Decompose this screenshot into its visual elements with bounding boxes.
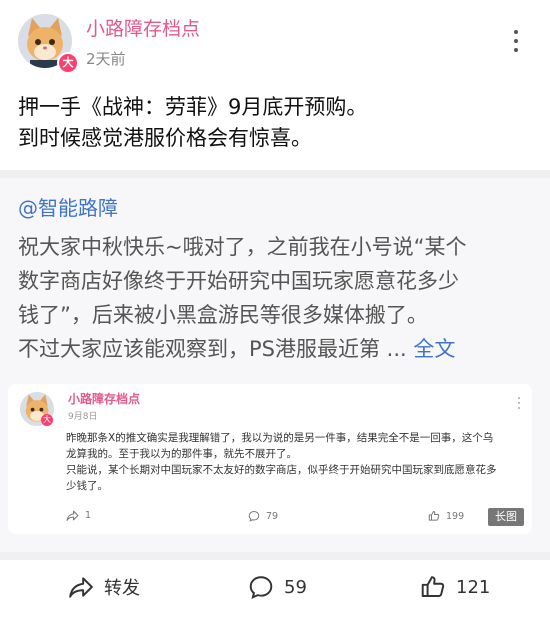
comment-button[interactable]: 59 (248, 574, 307, 600)
embedded-comment-stat: 79 (248, 510, 278, 522)
like-count: 121 (456, 576, 491, 598)
author-name[interactable]: 小路障存档点 (86, 14, 200, 41)
post-body: 押一手《战神：劳菲》9月底开预购。 到时候感觉港服价格会有惊喜。 (18, 92, 528, 154)
embedded-like-count: 199 (446, 510, 465, 522)
quoted-line: 祝大家中秋快乐~哦对了，之前我在小号说“某个 (18, 235, 467, 259)
quoted-post[interactable]: @智能路障 祝大家中秋快乐~哦对了，之前我在小号说“某个 数字商店好像终于开始研… (0, 178, 550, 552)
quoted-line: 数字商店好像终于开始研究中国玩家愿意花多少 (18, 269, 459, 293)
quoted-text: 祝大家中秋快乐~哦对了，之前我在小号说“某个 数字商店好像终于开始研究中国玩家愿… (18, 230, 532, 366)
embedded-more-icon (517, 397, 521, 415)
share-button[interactable]: 转发 (68, 574, 140, 600)
comment-icon (248, 510, 260, 522)
comment-icon (249, 576, 273, 600)
embedded-comment-count: 79 (266, 510, 279, 522)
embedded-line: 只能说，某个长期对中国玩家不太友好的数字商店，似乎终于开始研究中国玩家到底愿意花… (66, 464, 497, 476)
embedded-like-stat: 199 (428, 510, 464, 522)
like-button[interactable]: 121 (420, 574, 490, 600)
quoted-line-last: 不过大家应该能观察到，PS港服最近第 ... 全文 (18, 332, 532, 366)
share-label: 转发 (104, 578, 140, 599)
embedded-line: 少钱了。 (66, 480, 108, 492)
share-icon (69, 577, 93, 598)
full-text-link[interactable]: 全文 (413, 337, 455, 361)
post-header-card: 大 小路障存档点 2天前 押一手《战神：劳菲》9月底开预购。 到时候感觉港服价格… (0, 0, 550, 170)
post-line: 押一手《战神：劳菲》9月底开预购。 (18, 95, 368, 119)
embedded-text: 昨晚那条X的推文确实是我理解错了，我以为说的是另一件事，结果完全不是一回事，这个… (66, 430, 520, 494)
embedded-image-card[interactable]: 大 小路障存档点 9月8日 昨晚那条X的推文确实是我理解错了，我以为说的是另一件… (8, 384, 532, 534)
thumbs-up-icon (428, 511, 440, 521)
long-image-badge: 长图 (488, 508, 524, 526)
comment-count: 59 (284, 576, 307, 598)
share-icon (66, 510, 79, 521)
quoted-line: 不过大家应该能观察到，PS港服最近第 ... (18, 337, 407, 361)
quoted-line: 钱了”，后来被小黑盒游民等很多媒体搬了。 (18, 303, 428, 327)
embedded-date: 9月8日 (68, 412, 98, 422)
post-time: 2天前 (86, 50, 126, 68)
more-options-icon[interactable] (510, 30, 522, 54)
embedded-author-badge: 大 (41, 414, 53, 426)
embedded-share-stat: 1 (66, 510, 91, 521)
post-line: 到时候感觉港服价格会有惊喜。 (18, 126, 312, 150)
action-bar: 转发 59 121 (0, 560, 550, 631)
author-badge: 大 (57, 52, 79, 74)
embedded-share-count: 1 (85, 510, 92, 521)
quoted-mention[interactable]: @智能路障 (18, 192, 118, 221)
embedded-author-name: 小路障存档点 (68, 392, 141, 406)
embedded-line: 龙算我的。至于我以为的那件事，就先不展开了。 (66, 448, 297, 460)
thumbs-up-icon (421, 576, 445, 597)
embedded-line: 昨晚那条X的推文确实是我理解错了，我以为说的是另一件事，结果完全不是一回事，这个… (66, 432, 494, 444)
